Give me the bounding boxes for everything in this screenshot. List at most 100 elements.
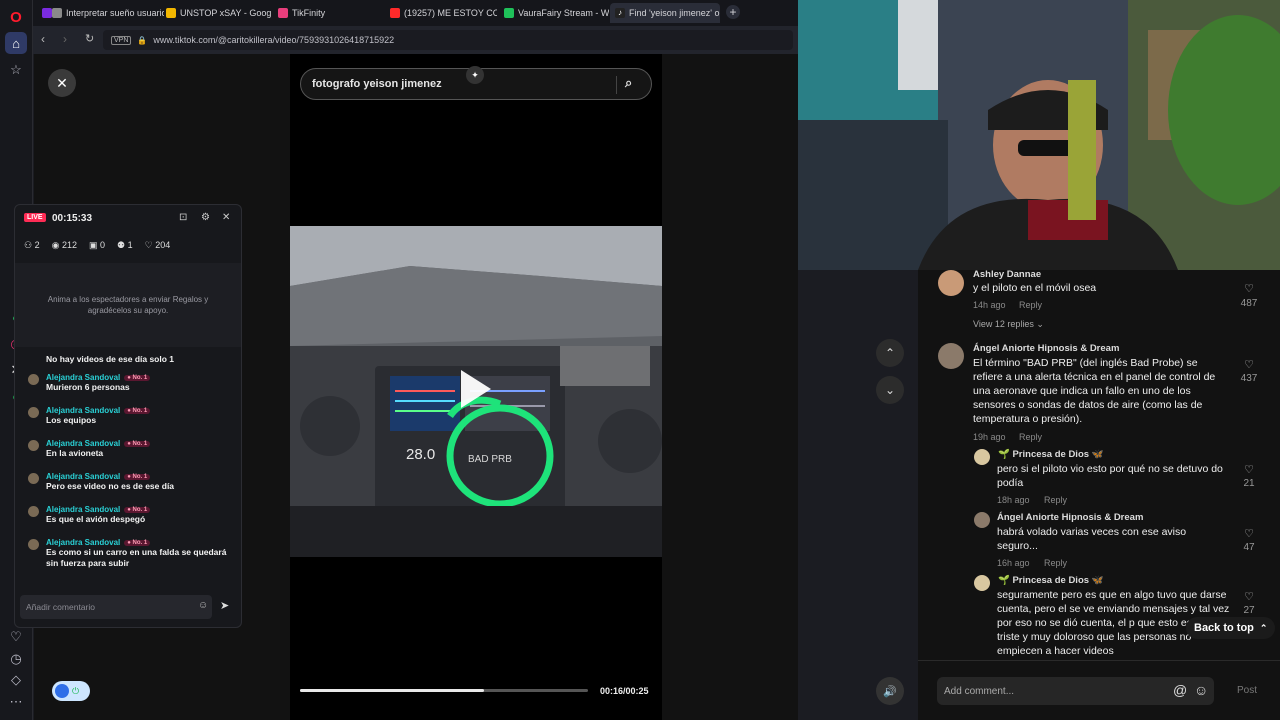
- vpn-badge[interactable]: VPN: [111, 35, 132, 45]
- tab-bar: Interpretar sueño usuario UNSTOP xSAY - …: [33, 0, 798, 26]
- reply-author-name: Princesa de Dios: [1012, 575, 1090, 586]
- reply-author[interactable]: 🌱 Princesa de Dios 🦋: [998, 448, 1104, 462]
- comment-bar: Add comment... @ ☺ Post: [918, 660, 1280, 720]
- like-count: 47: [1243, 542, 1255, 553]
- chat-username[interactable]: Alejandra Sandoval ● No. 1: [46, 406, 231, 415]
- tab-tikfinity[interactable]: TikFinity: [273, 3, 383, 23]
- reply-button[interactable]: Reply: [1019, 298, 1042, 312]
- back-to-top-button[interactable]: Back to top ⌃: [1186, 617, 1276, 639]
- video-player[interactable]: 28.0 BAD PRB: [290, 226, 662, 557]
- like-icon[interactable]: ♡: [1237, 358, 1261, 371]
- chat-username[interactable]: Alejandra Sandoval ● No. 1: [46, 472, 231, 481]
- more-icon[interactable]: ⋯: [5, 691, 27, 713]
- reply-author[interactable]: Ángel Aniorte Hipnosis & Dream: [997, 511, 1143, 525]
- live-stats: ⚇ 2 ◉ 212 ▣ 0 ⚉ 1 ♡ 204: [24, 240, 170, 251]
- reply-author[interactable]: 🌱 Princesa de Dios 🦋: [998, 574, 1104, 588]
- previous-video-icon[interactable]: ⌃: [876, 339, 904, 367]
- chat-input[interactable]: Añadir comentario ☺: [20, 595, 212, 619]
- home-icon[interactable]: ⌂: [5, 32, 27, 54]
- avatar[interactable]: [28, 506, 39, 517]
- like-count: 21: [1243, 478, 1255, 489]
- avatar[interactable]: [974, 575, 990, 591]
- opera-logo-icon[interactable]: O: [5, 6, 27, 28]
- readout-text: 28.0: [406, 446, 435, 463]
- next-video-icon[interactable]: ⌄: [876, 376, 904, 404]
- like-count: 437: [1240, 373, 1258, 384]
- ai-sparkle-icon[interactable]: ✦: [466, 66, 484, 84]
- reply-button[interactable]: Reply: [1044, 556, 1067, 570]
- comment-input[interactable]: Add comment... @ ☺: [937, 677, 1214, 705]
- chat-message: Es como si un carro en una falda se qued…: [46, 547, 227, 568]
- avatar[interactable]: [28, 407, 39, 418]
- chat-username[interactable]: Alejandra Sandoval ● No. 1: [46, 439, 231, 448]
- avatar[interactable]: [974, 512, 990, 528]
- favicon-icon: [278, 8, 288, 18]
- avatar[interactable]: [938, 343, 964, 369]
- video-progress-bar[interactable]: [300, 689, 588, 692]
- tab-vaurafairy[interactable]: VauraFairy Stream - Watc: [499, 3, 609, 23]
- avatar[interactable]: [938, 270, 964, 296]
- post-button[interactable]: Post: [1237, 685, 1257, 696]
- comment-age: 19h ago: [973, 432, 1006, 442]
- favicon-icon: [52, 8, 62, 18]
- box-icon[interactable]: ◇: [5, 669, 27, 691]
- likes-count: 204: [155, 240, 171, 250]
- send-icon[interactable]: ➤: [220, 599, 229, 612]
- star-icon[interactable]: ☆: [5, 59, 27, 81]
- avatar[interactable]: [28, 539, 39, 550]
- video-time: 00:16/00:25: [600, 686, 649, 696]
- avatar[interactable]: [28, 374, 39, 385]
- back-icon[interactable]: ‹: [41, 32, 45, 46]
- comment-author[interactable]: Ángel Aniorte Hipnosis & Dream: [973, 342, 1119, 356]
- like-icon[interactable]: ♡: [1237, 282, 1261, 295]
- chat-username[interactable]: Alejandra Sandoval ● No. 1: [46, 505, 231, 514]
- emoji-icon[interactable]: ☺: [198, 600, 208, 611]
- like-icon[interactable]: ♡: [1237, 590, 1261, 603]
- tab-tiktok-active[interactable]: ♪ Find 'yeison jimenez' on Ti: [610, 3, 720, 23]
- like-icon[interactable]: ♡: [1237, 463, 1261, 476]
- gifts-stat: ▣ 0: [88, 240, 106, 250]
- rank-badge: ● No. 1: [124, 474, 151, 480]
- like-icon[interactable]: ♡: [1237, 527, 1261, 540]
- heart-icon[interactable]: ♡: [5, 626, 27, 648]
- chat-username[interactable]: Alejandra Sandoval ● No. 1: [46, 373, 231, 382]
- forward-icon[interactable]: ›: [63, 32, 67, 46]
- rank-badge: ● No. 1: [124, 507, 151, 513]
- viewers-count: 2: [34, 240, 40, 250]
- like-count: 27: [1243, 605, 1255, 616]
- favicon-icon: [504, 8, 514, 18]
- close-video-icon[interactable]: ✕: [48, 69, 76, 97]
- tab-label: UNSTOP xSAY - Google D: [180, 8, 271, 18]
- search-icon[interactable]: ⌕: [625, 75, 632, 91]
- emoji-icon[interactable]: ☺: [1194, 682, 1208, 698]
- favicon-icon: [166, 8, 176, 18]
- reply-text: habrá volado varias veces con ese aviso …: [997, 526, 1187, 552]
- new-tab-icon[interactable]: +: [726, 5, 740, 19]
- play-icon[interactable]: [461, 370, 491, 408]
- view-replies-button[interactable]: View 12 replies ⌄: [973, 317, 1044, 331]
- history-icon[interactable]: ◷: [5, 648, 27, 670]
- avatar[interactable]: [28, 440, 39, 451]
- chat-input-placeholder: Añadir comentario: [26, 602, 95, 612]
- reply-button[interactable]: Reply: [1019, 430, 1042, 444]
- tab-youtube[interactable]: (19257) ME ESTOY CONVE: [385, 3, 497, 23]
- comment-text: El término "BAD PRB" (del inglés Bad Pro…: [973, 357, 1216, 425]
- reply-button[interactable]: Reply: [1044, 493, 1067, 507]
- avatar[interactable]: [974, 449, 990, 465]
- close-panel-icon[interactable]: ✕: [222, 212, 230, 223]
- tab-interpretar[interactable]: Interpretar sueño usuario: [47, 3, 164, 23]
- bad-prb-text: BAD PRB: [468, 454, 512, 465]
- assistant-toggle[interactable]: ⏻: [52, 681, 90, 701]
- chat-username[interactable]: Alejandra Sandoval ● No. 1: [46, 538, 231, 547]
- url-field[interactable]: VPN 🔒 www.tiktok.com/@caritokillera/vide…: [103, 30, 793, 50]
- tab-google-doc[interactable]: UNSTOP xSAY - Google D: [161, 3, 271, 23]
- volume-icon[interactable]: 🔊: [876, 677, 904, 705]
- reply-author-name: Princesa de Dios: [1012, 449, 1090, 460]
- reload-icon[interactable]: ↻: [85, 32, 94, 45]
- settings-icon[interactable]: ⚙: [201, 212, 210, 223]
- avatar[interactable]: [28, 473, 39, 484]
- mention-icon[interactable]: @: [1173, 682, 1187, 698]
- followers-count: 1: [127, 240, 133, 250]
- lock-icon[interactable]: ⊡: [179, 212, 187, 223]
- chat-message: Los equipos: [46, 415, 97, 425]
